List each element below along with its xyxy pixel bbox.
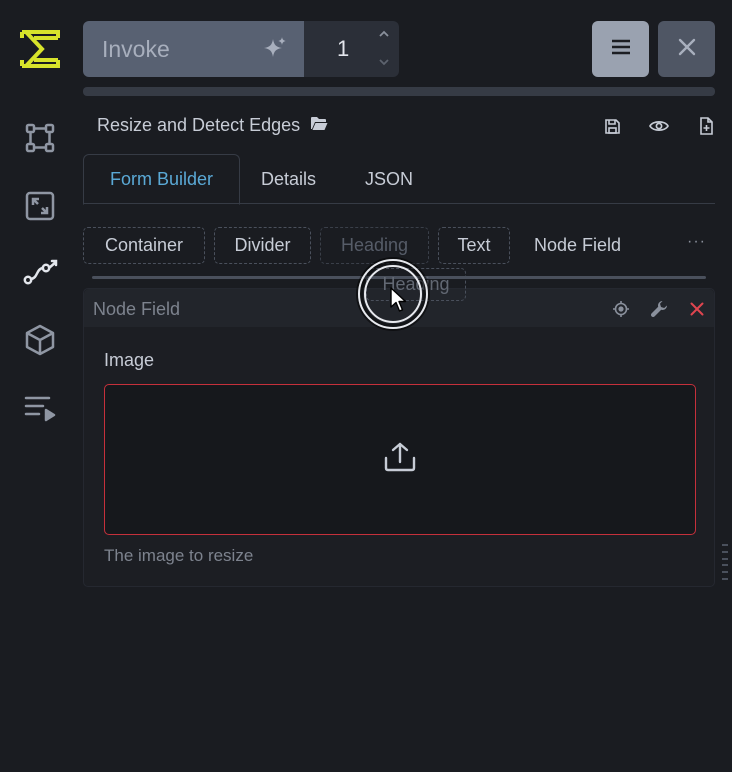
stepper-arrows xyxy=(376,29,392,69)
mouse-cursor-icon xyxy=(390,287,408,318)
image-dropzone[interactable] xyxy=(104,384,696,535)
iterations-stepper[interactable]: 1 xyxy=(304,21,399,77)
queue-icon[interactable] xyxy=(20,388,60,428)
left-rail xyxy=(0,0,80,772)
iterations-value[interactable]: 1 xyxy=(337,36,349,62)
workflows-icon[interactable] xyxy=(20,252,60,292)
node-field-title: Node Field xyxy=(93,299,181,319)
invoke-logo-icon[interactable] xyxy=(20,28,60,70)
workflow-title: Resize and Detect Edges xyxy=(97,115,328,136)
invoke-label: Invoke xyxy=(102,35,170,62)
hamburger-icon xyxy=(611,39,631,60)
palette-node-field[interactable]: Node Field xyxy=(534,227,621,264)
increment-icon[interactable] xyxy=(378,29,390,41)
save-icon[interactable] xyxy=(600,114,624,138)
close-icon xyxy=(678,38,696,61)
wrench-icon[interactable] xyxy=(648,298,670,320)
workflow-actions xyxy=(600,114,718,138)
palette-container[interactable]: Container xyxy=(83,227,205,264)
tab-json[interactable]: JSON xyxy=(365,154,413,205)
remove-icon[interactable] xyxy=(686,298,708,320)
panel-resize-handle[interactable] xyxy=(722,544,728,580)
more-icon[interactable]: ··· xyxy=(687,233,706,251)
models-icon[interactable] xyxy=(20,320,60,360)
image-field-label: Image xyxy=(104,350,155,370)
tab-form-builder[interactable]: Form Builder xyxy=(83,154,240,205)
decrement-icon[interactable] xyxy=(378,57,390,69)
sparkle-icon xyxy=(262,36,288,68)
canvas-icon[interactable] xyxy=(20,118,60,158)
menu-button[interactable] xyxy=(592,21,649,77)
palette-divider[interactable]: Divider xyxy=(214,227,311,264)
palette-heading[interactable]: Heading xyxy=(320,227,429,264)
tab-bar: Form Builder Details JSON xyxy=(83,154,715,205)
eye-icon[interactable] xyxy=(647,114,671,138)
new-file-icon[interactable] xyxy=(694,114,718,138)
image-field-description: The image to resize xyxy=(104,546,254,565)
workflow-name: Resize and Detect Edges xyxy=(97,115,301,135)
upload-icon xyxy=(382,442,418,477)
upscale-icon[interactable] xyxy=(20,186,60,226)
cancel-button[interactable] xyxy=(658,21,715,77)
palette-text[interactable]: Text xyxy=(438,227,510,264)
tab-details[interactable]: Details xyxy=(261,154,316,205)
progress-bar xyxy=(83,87,715,96)
locate-icon[interactable] xyxy=(610,298,632,320)
folder-icon[interactable] xyxy=(310,115,328,136)
invoke-button[interactable]: Invoke xyxy=(83,21,304,77)
node-field-card: Node Field Image The image to resize xyxy=(83,288,715,587)
